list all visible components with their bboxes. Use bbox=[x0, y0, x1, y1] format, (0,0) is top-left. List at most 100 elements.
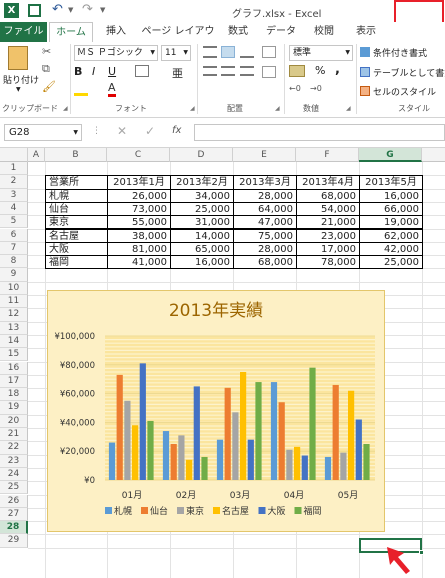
row-header[interactable]: 25 bbox=[0, 481, 28, 495]
number-launcher-icon[interactable]: ◢ bbox=[346, 105, 351, 112]
column-header-g[interactable]: G bbox=[359, 148, 422, 162]
row-header[interactable]: 19 bbox=[0, 401, 28, 415]
column-header-f[interactable]: F bbox=[296, 148, 359, 162]
row-header[interactable]: 3 bbox=[0, 188, 28, 202]
column-header-c[interactable]: C bbox=[107, 148, 170, 162]
table-cell[interactable]: 38,000 bbox=[107, 228, 171, 243]
undo-dropdown-icon[interactable]: ▼ bbox=[68, 6, 73, 14]
column-header-e[interactable]: E bbox=[233, 148, 296, 162]
paste-button[interactable]: 貼り付け bbox=[3, 73, 39, 86]
table-cell[interactable]: 16,000 bbox=[359, 188, 423, 203]
row-header[interactable]: 13 bbox=[0, 321, 28, 335]
chart[interactable]: 2013年実績 ¥0 ¥20,000 ¥40,000 ¥60,000 ¥80,000 ¥10… bbox=[47, 290, 385, 532]
insert-function-button[interactable]: fx bbox=[172, 125, 181, 136]
row-header[interactable]: 22 bbox=[0, 441, 28, 455]
row-header[interactable]: 23 bbox=[0, 454, 28, 468]
cell-style-icon[interactable] bbox=[360, 86, 370, 96]
copy-icon[interactable]: ⧉ bbox=[42, 62, 50, 76]
row-header[interactable]: 12 bbox=[0, 308, 28, 322]
align-middle-icon[interactable] bbox=[221, 46, 235, 58]
row-header[interactable]: 14 bbox=[0, 334, 28, 349]
table-cell[interactable]: 47,000 bbox=[233, 215, 297, 230]
table-cell[interactable]: 28,000 bbox=[233, 241, 297, 257]
paste-dropdown-icon[interactable]: ▼ bbox=[16, 86, 21, 93]
redo-icon[interactable]: ↷ bbox=[82, 2, 93, 17]
row-header[interactable]: 24 bbox=[0, 467, 28, 482]
table-cell[interactable]: 34,000 bbox=[170, 188, 234, 203]
table-cell[interactable]: 19,000 bbox=[359, 215, 423, 230]
row-header[interactable]: 4 bbox=[0, 201, 28, 216]
table-cell[interactable]: 42,000 bbox=[359, 241, 423, 257]
table-cell[interactable]: 81,000 bbox=[107, 241, 171, 257]
align-left-icon[interactable] bbox=[203, 66, 217, 76]
table-header-cell[interactable]: 2013年2月 bbox=[170, 175, 234, 190]
merge-center-icon[interactable] bbox=[262, 66, 276, 78]
align-right-icon[interactable] bbox=[240, 66, 254, 76]
column-header-a[interactable]: A bbox=[28, 148, 45, 162]
table-cell[interactable]: 68,000 bbox=[233, 255, 297, 270]
tab-file[interactable]: ファイル bbox=[0, 22, 47, 42]
row-header[interactable]: 17 bbox=[0, 374, 28, 389]
format-painter-icon[interactable]: 🖌 bbox=[42, 80, 56, 93]
cancel-icon[interactable]: ✕ bbox=[117, 124, 127, 138]
table-cell[interactable]: 54,000 bbox=[296, 201, 360, 217]
table-cell[interactable]: 14,000 bbox=[170, 228, 234, 243]
format-as-table-icon[interactable] bbox=[360, 67, 370, 77]
table-header-cell[interactable]: 2013年4月 bbox=[296, 175, 360, 190]
comma-button[interactable]: , bbox=[335, 62, 340, 77]
cell-style-button[interactable]: セルのスタイル bbox=[373, 85, 436, 98]
table-cell[interactable]: 17,000 bbox=[296, 241, 360, 257]
italic-button[interactable]: I bbox=[92, 65, 95, 78]
conditional-format-button[interactable]: 条件付き書式 bbox=[373, 46, 427, 59]
column-header-b[interactable]: B bbox=[45, 148, 107, 162]
row-header[interactable]: 6 bbox=[0, 228, 28, 242]
table-cell[interactable]: 68,000 bbox=[296, 188, 360, 203]
row-header[interactable]: 15 bbox=[0, 348, 28, 362]
fill-handle[interactable] bbox=[419, 550, 424, 555]
select-all-corner[interactable] bbox=[0, 148, 28, 162]
font-launcher-icon[interactable]: ◢ bbox=[190, 105, 195, 112]
borders-icon[interactable] bbox=[135, 65, 149, 77]
currency-icon[interactable] bbox=[289, 65, 305, 77]
row-header[interactable]: 11 bbox=[0, 295, 28, 309]
row-header[interactable]: 29 bbox=[0, 534, 28, 548]
table-cell[interactable]: 65,000 bbox=[170, 241, 234, 257]
row-header[interactable]: 2 bbox=[0, 175, 28, 189]
format-as-table-button[interactable]: テーブルとして書式 bbox=[373, 66, 445, 79]
row-header[interactable]: 8 bbox=[0, 255, 28, 269]
table-cell[interactable]: 41,000 bbox=[107, 255, 171, 270]
table-cell[interactable]: 大阪 bbox=[45, 241, 108, 257]
align-center-icon[interactable] bbox=[221, 66, 235, 76]
table-cell[interactable]: 73,000 bbox=[107, 201, 171, 217]
table-cell[interactable]: 64,000 bbox=[233, 201, 297, 217]
table-cell[interactable]: 78,000 bbox=[296, 255, 360, 270]
row-header[interactable]: 18 bbox=[0, 388, 28, 402]
cut-icon[interactable]: ✂ bbox=[42, 45, 51, 58]
table-header-cell[interactable]: 2013年3月 bbox=[233, 175, 297, 190]
kana-icon[interactable]: 亜 bbox=[172, 65, 183, 81]
row-header[interactable]: 1 bbox=[0, 162, 28, 176]
row-header[interactable]: 26 bbox=[0, 494, 28, 508]
tab-data[interactable]: データ bbox=[262, 22, 300, 42]
table-cell[interactable]: 25,000 bbox=[170, 201, 234, 217]
conditional-format-icon[interactable] bbox=[360, 47, 370, 57]
table-cell[interactable]: 札幌 bbox=[45, 188, 108, 203]
table-cell[interactable]: 28,000 bbox=[233, 188, 297, 203]
save-icon[interactable] bbox=[28, 4, 41, 17]
table-header-cell[interactable]: 2013年1月 bbox=[107, 175, 171, 190]
table-cell[interactable]: 21,000 bbox=[296, 215, 360, 230]
row-header[interactable]: 10 bbox=[0, 281, 28, 295]
table-cell[interactable]: 仙台 bbox=[45, 201, 108, 217]
table-cell[interactable]: 62,000 bbox=[359, 228, 423, 243]
table-header-cell[interactable]: 2013年5月 bbox=[359, 175, 423, 190]
row-header[interactable]: 16 bbox=[0, 361, 28, 375]
column-header-d[interactable]: D bbox=[170, 148, 233, 162]
decrease-decimal-icon[interactable]: →0 bbox=[310, 84, 322, 93]
align-top-icon[interactable] bbox=[203, 46, 217, 58]
table-cell[interactable]: 55,000 bbox=[107, 215, 171, 230]
font-name-select[interactable]: ＭＳ Ｐゴシック ▼ bbox=[74, 45, 158, 61]
row-header[interactable]: 9 bbox=[0, 268, 28, 282]
row-header[interactable]: 21 bbox=[0, 428, 28, 442]
fill-color-icon[interactable] bbox=[74, 84, 88, 96]
tab-insert[interactable]: 挿入 bbox=[100, 22, 132, 42]
